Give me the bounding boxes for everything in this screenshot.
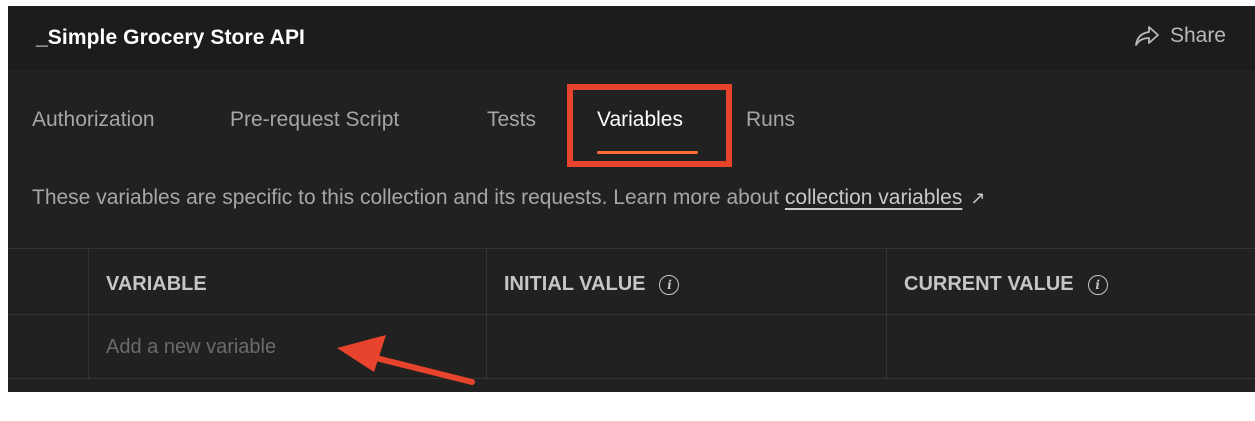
column-header-initial-value: INITIAL VALUE i — [504, 273, 680, 296]
column-header-current-value: CURRENT VALUE i — [904, 273, 1108, 296]
new-variable-input[interactable] — [88, 315, 486, 379]
info-description: These variables are specific to this col… — [32, 186, 785, 209]
collection-header: _Simple Grocery Store API Share — [8, 6, 1255, 70]
column-header-variable: VARIABLE — [106, 273, 207, 295]
collection-panel: _Simple Grocery Store API Share Authoriz… — [8, 6, 1255, 392]
share-button[interactable]: Share — [1134, 24, 1226, 48]
external-arrow-icon: ↗ — [970, 188, 986, 208]
share-arrow-icon — [1134, 25, 1160, 47]
variables-table: VARIABLE INITIAL VALUE i CURRENT VALUE i — [8, 248, 1255, 379]
tab-runs[interactable]: Runs — [746, 108, 795, 132]
tab-bar: Authorization Pre-request Script Tests V… — [8, 70, 1255, 178]
share-label: Share — [1169, 24, 1226, 47]
collection-variables-link[interactable]: collection variables — [785, 186, 962, 209]
tab-tests[interactable]: Tests — [487, 108, 536, 132]
tab-variables[interactable]: Variables — [597, 108, 683, 132]
tab-pre-request-script[interactable]: Pre-request Script — [230, 108, 399, 132]
tab-authorization[interactable]: Authorization — [32, 108, 155, 132]
collection-title: _Simple Grocery Store API — [36, 26, 305, 49]
info-circle-icon[interactable]: i — [1087, 274, 1108, 295]
active-tab-underline — [597, 151, 698, 154]
info-circle-icon[interactable]: i — [659, 274, 680, 295]
variables-info-text: These variables are specific to this col… — [32, 186, 985, 210]
